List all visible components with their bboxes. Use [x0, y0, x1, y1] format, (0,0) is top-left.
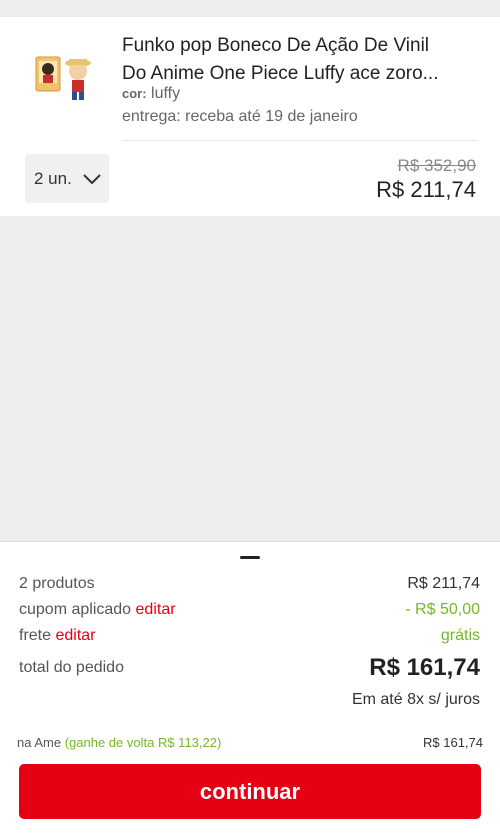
original-price: R$ 352,90 — [397, 156, 476, 175]
order-total-label: total do pedido — [19, 659, 124, 676]
ame-cashback: (ganhe de volta R$ 113,22) — [64, 735, 222, 750]
product-title[interactable]: Funko pop Boneco De Ação De Vinil Do Ani… — [122, 32, 472, 88]
coupon-discount: - R$ 50,00 — [405, 601, 480, 618]
divider — [122, 140, 478, 141]
product-delivery-estimate: entrega: receba até 19 de janeiro — [122, 108, 358, 125]
order-total-value: R$ 161,74 — [369, 654, 480, 681]
shipping-edit-link[interactable]: editar — [55, 627, 95, 644]
product-color-value: luffy — [146, 85, 181, 102]
product-title-line1: Funko pop Boneco De Ação De Vinil — [122, 35, 430, 56]
products-subtotal: R$ 211,74 — [407, 575, 480, 592]
continue-button[interactable]: continuar — [19, 764, 481, 819]
coupon-edit-link[interactable]: editar — [136, 601, 176, 618]
coupon-row: cupom aplicado editar — [19, 601, 176, 619]
product-color: cor: luffy — [122, 85, 180, 103]
product-thumbnail[interactable] — [32, 51, 96, 103]
drag-handle[interactable] — [240, 556, 260, 559]
current-price: R$ 211,74 — [376, 177, 476, 202]
quantity-dropdown[interactable]: 2 un. — [25, 154, 109, 203]
shipping-value: grátis — [440, 627, 480, 644]
product-color-label: cor: — [122, 86, 147, 101]
installments-info: Em até 8x s/ juros — [351, 691, 480, 708]
product-title-line2: Do Anime One Piece Luffy ace zoro... — [122, 63, 439, 84]
order-summary-panel: 2 produtos R$ 211,74 cupom aplicado edit… — [0, 541, 500, 837]
shipping-label: frete — [19, 627, 52, 644]
ame-price: R$ 161,74 — [423, 735, 483, 750]
chevron-down-icon — [83, 173, 101, 184]
ame-label: na Ame — [17, 735, 62, 750]
products-count-label: 2 produtos — [19, 575, 95, 592]
shipping-row: frete editar — [19, 627, 96, 645]
cart-item-card: Funko pop Boneco De Ação De Vinil Do Ani… — [0, 17, 500, 216]
quantity-value: 2 un. — [34, 168, 72, 188]
ame-payment-info: na Ame (ganhe de volta R$ 113,22) — [17, 735, 221, 750]
top-strip — [0, 0, 500, 17]
coupon-label: cupom aplicado — [19, 601, 132, 618]
